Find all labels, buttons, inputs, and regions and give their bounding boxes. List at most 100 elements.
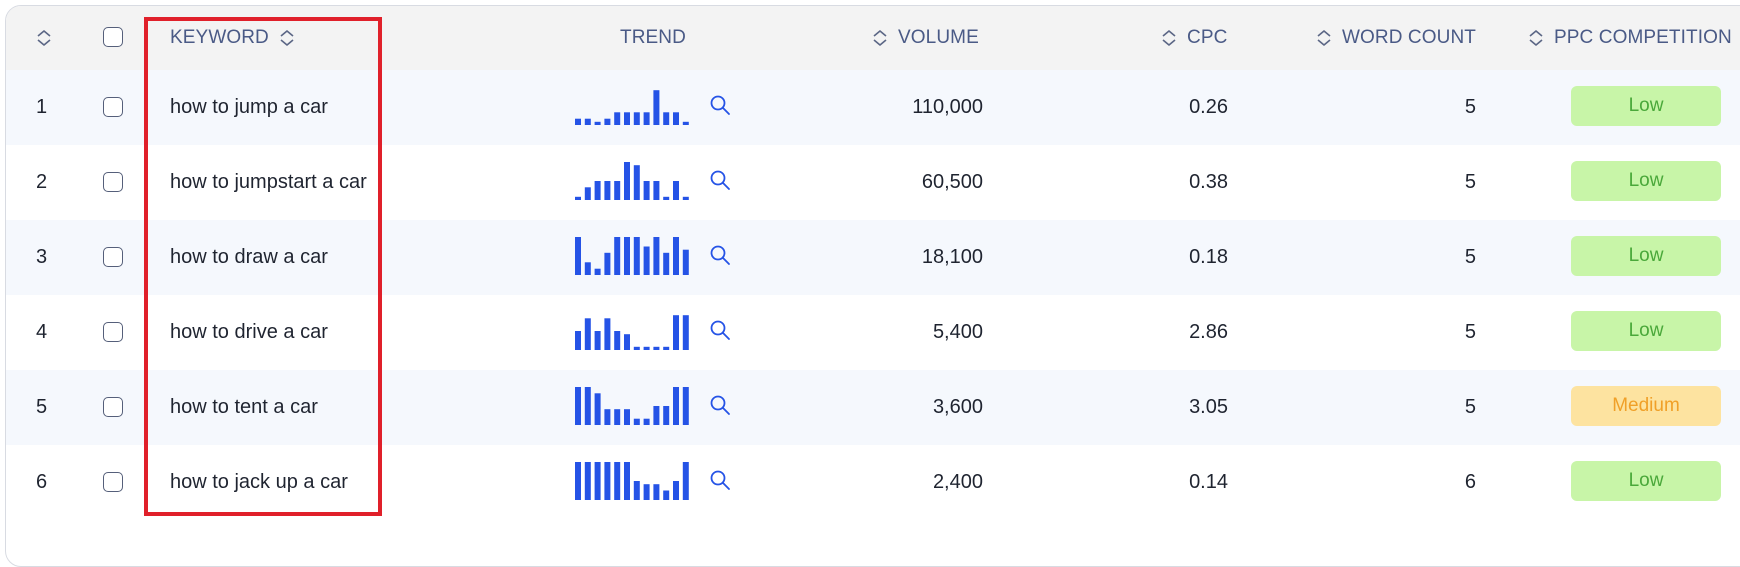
- trend-bar: [682, 462, 689, 500]
- trend-bar: [604, 409, 611, 425]
- trend-bar: [575, 237, 581, 275]
- trend-bar: [633, 418, 640, 425]
- magnifier-icon[interactable]: [709, 469, 731, 491]
- competition-badge: Low: [1571, 236, 1721, 276]
- trend-bar: [614, 409, 621, 425]
- trend-bar: [653, 406, 660, 425]
- magnifier-icon[interactable]: [709, 319, 731, 341]
- cpc-value: 0.14: [1189, 471, 1228, 493]
- volume-value: 2,400: [932, 471, 983, 493]
- trend-bar: [653, 346, 660, 350]
- cpc-header[interactable]: CPC: [1161, 6, 1227, 70]
- trend-bar: [682, 387, 689, 425]
- cpc-value: 0.26: [1189, 96, 1228, 118]
- trend-bar: [594, 268, 601, 275]
- word-count-header-label: WORD COUNT: [1342, 27, 1476, 48]
- trend-bar: [682, 249, 689, 275]
- trend-bar: [584, 262, 591, 275]
- magnifier-icon[interactable]: [709, 394, 731, 416]
- trend-bar: [653, 90, 660, 125]
- sort-updown-icon[interactable]: [1316, 29, 1332, 47]
- competition-badge: Low: [1571, 461, 1721, 501]
- trend-bar: [653, 484, 660, 500]
- competition-badge: Medium: [1571, 386, 1721, 426]
- trend-bar: [594, 462, 601, 500]
- cpc-value: 2.86: [1189, 321, 1228, 343]
- trend-bar: [663, 490, 670, 500]
- trend-bar: [594, 181, 601, 200]
- trend-bar: [673, 481, 679, 500]
- trend-header: TREND: [620, 27, 686, 48]
- word-count-header[interactable]: WORD COUNT: [1316, 6, 1476, 70]
- trend-bar: [673, 237, 679, 275]
- row-checkbox[interactable]: [103, 97, 123, 117]
- row-checkbox[interactable]: [103, 322, 123, 342]
- volume-header[interactable]: VOLUME: [872, 6, 979, 70]
- word-count-value: 6: [1464, 471, 1476, 493]
- trend-bar: [594, 331, 601, 350]
- select-all-checkbox[interactable]: [103, 27, 123, 47]
- sort-updown-icon[interactable]: [872, 29, 888, 47]
- cpc-value: 0.38: [1189, 171, 1228, 193]
- volume-value: 5,400: [932, 321, 983, 343]
- trend-bar: [643, 181, 650, 200]
- trend-bar: [633, 165, 640, 200]
- trend-bar: [604, 318, 611, 350]
- trend-bar: [575, 387, 581, 425]
- magnifier-icon[interactable]: [709, 94, 731, 116]
- trend-bar: [673, 181, 679, 200]
- trend-bar: [682, 315, 689, 350]
- trend-bar: [633, 112, 640, 125]
- trend-bar: [643, 112, 650, 125]
- volume-value: 3,600: [932, 396, 983, 418]
- trend-bar: [604, 252, 611, 275]
- trend-bar: [584, 118, 591, 125]
- trend-bar: [663, 252, 670, 275]
- trend-bar: [682, 196, 689, 200]
- trend-bar: [614, 181, 621, 200]
- magnifier-icon[interactable]: [709, 244, 731, 266]
- magnifier-icon[interactable]: [709, 169, 731, 191]
- row-index: 5: [36, 396, 48, 418]
- trend-bar: [663, 196, 670, 200]
- ppc-competition-header-label: PPC COMPETITION: [1554, 27, 1732, 48]
- ppc-competition-header[interactable]: PPC COMPETITION: [1528, 6, 1732, 70]
- trend-bar: [575, 118, 581, 125]
- trend-bar: [643, 484, 650, 500]
- trend-sparkline: [575, 70, 705, 145]
- volume-value: 60,500: [921, 171, 983, 193]
- sort-updown-icon[interactable]: [1528, 29, 1544, 47]
- trend-bar: [643, 346, 650, 350]
- trend-bar: [624, 237, 630, 275]
- trend-bar: [604, 181, 611, 200]
- competition-badge: Low: [1571, 161, 1721, 201]
- row-checkbox[interactable]: [103, 247, 123, 267]
- trend-bar: [673, 387, 679, 425]
- row-checkbox[interactable]: [103, 397, 123, 417]
- trend-bar: [614, 237, 621, 275]
- trend-bar: [575, 462, 581, 500]
- trend-bar: [614, 112, 621, 125]
- row-checkbox[interactable]: [103, 472, 123, 492]
- sort-updown-icon[interactable]: [1161, 29, 1177, 47]
- index-sort-button[interactable]: [36, 6, 52, 70]
- cpc-value: 3.05: [1189, 396, 1228, 418]
- word-count-value: 5: [1464, 246, 1476, 268]
- trend-bar: [604, 462, 611, 500]
- trend-bar: [584, 187, 591, 200]
- trend-bar: [614, 462, 621, 500]
- trend-sparkline: [575, 295, 705, 370]
- trend-bar: [584, 387, 591, 425]
- row-index: 4: [36, 321, 48, 343]
- keyword-column-highlight: [144, 17, 382, 516]
- trend-bar: [663, 112, 670, 125]
- competition-badge: Low: [1571, 311, 1721, 351]
- trend-sparkline: [575, 220, 705, 295]
- trend-bar: [633, 481, 640, 500]
- trend-bar: [673, 315, 679, 350]
- trend-bar: [575, 331, 581, 350]
- volume-value: 110,000: [912, 96, 983, 118]
- word-count-value: 5: [1464, 171, 1476, 193]
- row-checkbox[interactable]: [103, 172, 123, 192]
- trend-bar: [624, 112, 630, 125]
